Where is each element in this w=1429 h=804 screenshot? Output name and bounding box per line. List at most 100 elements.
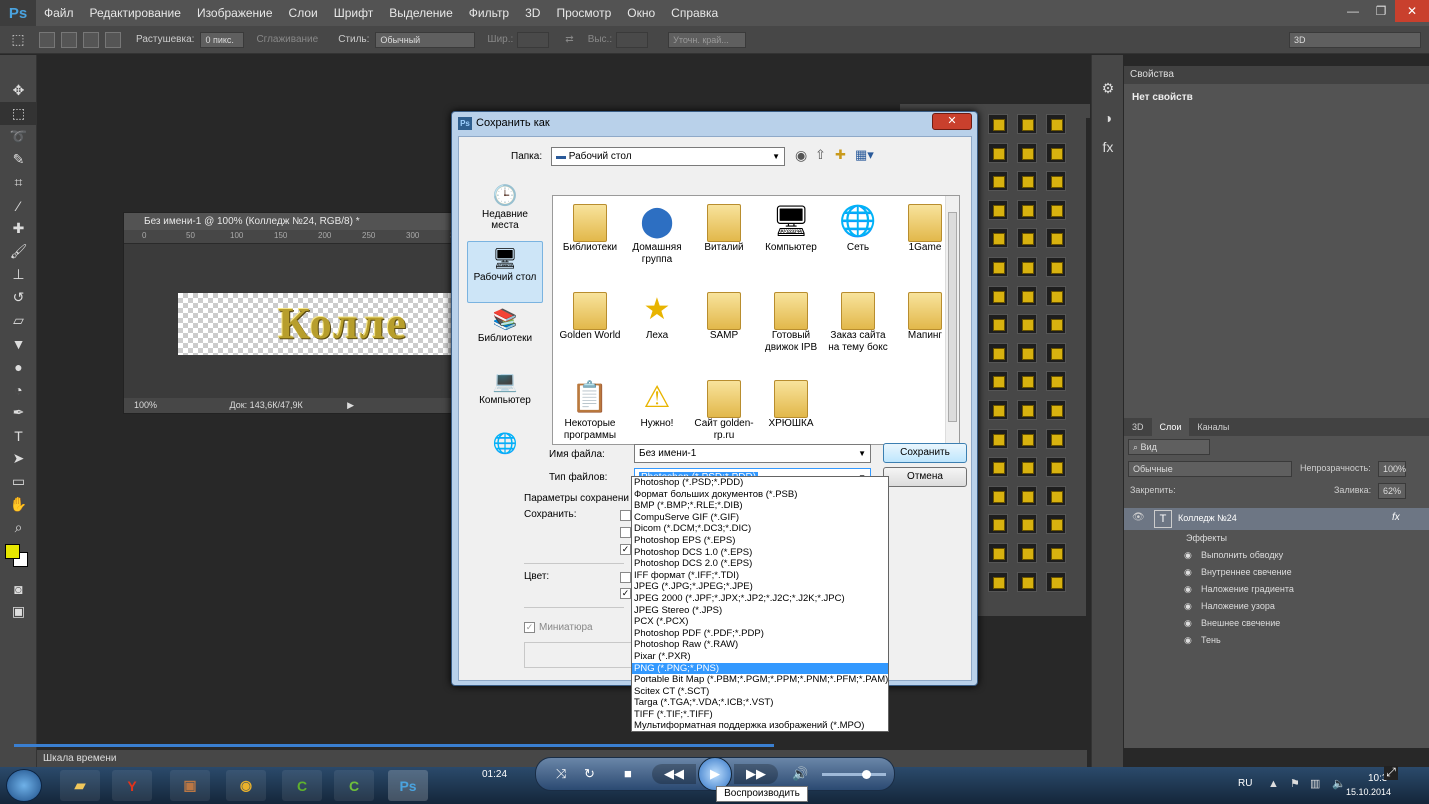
file-item[interactable]: SAMP — [691, 290, 757, 342]
camtasia-recorder-taskbar-icon[interactable]: C — [334, 770, 374, 801]
thumbnail-checkbox[interactable]: ✓ — [524, 622, 535, 633]
style-swatch[interactable] — [1017, 514, 1037, 535]
tray-arrow-icon[interactable]: ▲ — [1268, 778, 1279, 790]
file-item[interactable]: 🖥 Компьютер — [758, 202, 824, 254]
file-item[interactable]: 1Game — [892, 202, 958, 254]
dialog-close-button[interactable]: ✕ — [932, 113, 972, 130]
feather-input[interactable]: 0 пикс. — [200, 31, 245, 48]
hand-tool-icon[interactable]: ✋ — [0, 493, 37, 516]
filetype-option[interactable]: Формат больших документов (*.PSB) — [632, 489, 888, 501]
healing-brush-icon[interactable]: ✚ — [0, 217, 37, 240]
style-swatch[interactable] — [988, 199, 1008, 220]
visibility-eye-icon[interactable]: ◉ — [1184, 615, 1192, 632]
style-swatch[interactable] — [988, 285, 1008, 306]
file-item[interactable]: 📋 Некоторые программы — [557, 378, 623, 442]
style-swatch[interactable] — [1046, 400, 1066, 420]
filetype-option[interactable]: Dicom (*.DCM;*.DC3;*.DIC) — [632, 523, 888, 535]
style-swatch[interactable] — [1046, 485, 1066, 506]
quick-select-tool-icon[interactable]: ✎ — [0, 148, 37, 171]
lasso-tool-icon[interactable]: ➰ — [0, 125, 37, 148]
volume-icon[interactable]: 🔊 — [792, 766, 808, 782]
stop-icon[interactable]: ■ — [624, 766, 632, 781]
file-item[interactable]: 🌐 Сеть — [825, 202, 891, 254]
history-panel-icon[interactable]: ⚙ — [1092, 77, 1124, 100]
place-item[interactable]: 🌐 — [467, 427, 543, 489]
style-swatch[interactable] — [988, 171, 1008, 192]
crop-tool-icon[interactable]: ⌗ — [0, 171, 37, 194]
move-tool-icon[interactable]: ✥ — [0, 79, 37, 102]
style-swatch[interactable] — [1017, 199, 1037, 220]
opacity-input[interactable]: 100% — [1378, 461, 1406, 477]
canvas[interactable]: Колле — [178, 293, 453, 355]
filetype-option[interactable]: Photoshop DCS 2.0 (*.EPS) — [632, 558, 888, 570]
menu-item[interactable]: Изображение — [189, 0, 281, 26]
save-option-checkbox[interactable] — [620, 527, 631, 538]
game-taskbar-icon[interactable]: ▣ — [170, 770, 210, 801]
filetype-option[interactable]: Scitex CT (*.SCT) — [632, 686, 888, 698]
shuffle-icon[interactable]: ⤨ — [556, 766, 566, 782]
video-progress-bar[interactable] — [14, 744, 774, 747]
intersect-selection-icon[interactable] — [105, 31, 121, 48]
filetype-option[interactable]: BMP (*.BMP;*.RLE;*.DIB) — [632, 500, 888, 512]
place-item[interactable]: 🕒 Недавние места — [467, 179, 543, 241]
style-swatch[interactable] — [1017, 571, 1037, 592]
style-swatch[interactable] — [988, 514, 1008, 535]
flag-icon[interactable]: ⚑ — [1290, 777, 1300, 790]
style-swatch[interactable] — [988, 257, 1008, 277]
effect-item[interactable]: ◉ Внешнее свечение — [1124, 615, 1429, 632]
file-item[interactable]: Библиотеки — [557, 202, 623, 254]
filetype-option[interactable]: PNG (*.PNG;*.PNS) — [632, 662, 888, 675]
visibility-eye-icon[interactable]: 👁 — [1132, 512, 1145, 523]
menu-item[interactable]: Редактирование — [82, 0, 189, 26]
style-swatch[interactable] — [1017, 485, 1037, 506]
filetype-option[interactable]: Portable Bit Map (*.PBM;*.PGM;*.PPM;*.PN… — [632, 674, 888, 686]
save-button[interactable]: Сохранить — [883, 443, 967, 463]
language-indicator[interactable]: RU — [1238, 778, 1252, 789]
folder-select[interactable]: ▬ Рабочий стол ▼ — [551, 147, 785, 166]
style-swatch[interactable] — [1017, 543, 1037, 563]
menu-item[interactable]: Окно — [619, 0, 663, 26]
menu-item[interactable]: Файл — [36, 0, 82, 26]
save-option-checkbox[interactable] — [620, 510, 631, 521]
file-item[interactable]: Сайт golden-rp.ru — [691, 378, 757, 442]
chrome-taskbar-icon[interactable]: ◉ — [226, 770, 266, 801]
fast-forward-icon[interactable]: ▶▶ — [734, 764, 778, 784]
style-swatch[interactable] — [1046, 371, 1066, 392]
repeat-icon[interactable]: ↻ — [584, 766, 595, 782]
dodge-tool-icon[interactable]: ◔ — [0, 378, 37, 401]
style-swatch[interactable] — [988, 400, 1008, 420]
up-folder-icon[interactable]: ⇧ — [815, 147, 826, 163]
yandex-taskbar-icon[interactable]: Y — [112, 770, 152, 801]
volume-slider[interactable] — [822, 770, 886, 779]
visibility-eye-icon[interactable]: ◉ — [1184, 547, 1192, 564]
file-item[interactable]: ⬤ Домашняя группа — [624, 202, 690, 266]
history-brush-icon[interactable]: ↺ — [0, 286, 37, 309]
visibility-eye-icon[interactable]: ◉ — [1184, 632, 1192, 649]
file-item[interactable]: Заказ сайта на тему бокс — [825, 290, 891, 354]
layers-tab[interactable]: Слои — [1151, 418, 1190, 436]
filter-kind-select[interactable]: ⌕ Вид — [1128, 439, 1210, 455]
pen-tool-icon[interactable]: ✒ — [0, 401, 37, 424]
filetype-option[interactable]: PCX (*.PCX) — [632, 616, 888, 628]
style-swatch[interactable] — [988, 571, 1008, 592]
style-swatch[interactable] — [1017, 400, 1037, 420]
swap-icon[interactable]: ⇄ — [565, 34, 573, 45]
style-swatch[interactable] — [1017, 228, 1037, 249]
minimize-button[interactable]: — — [1339, 0, 1367, 22]
blend-mode-select[interactable]: Обычные — [1128, 461, 1292, 477]
filetype-option[interactable]: Photoshop DCS 1.0 (*.EPS) — [632, 547, 888, 559]
menu-item[interactable]: Шрифт — [326, 0, 381, 26]
network-icon[interactable]: ▥ — [1310, 777, 1320, 790]
style-swatch[interactable] — [1046, 142, 1066, 163]
style-swatch[interactable] — [1046, 571, 1066, 592]
style-swatch[interactable] — [1017, 285, 1037, 306]
style-swatch[interactable] — [1046, 342, 1066, 363]
start-button-icon[interactable] — [6, 769, 42, 802]
filetype-option[interactable]: IFF формат (*.IFF;*.TDI) — [632, 570, 888, 582]
style-swatch[interactable] — [988, 342, 1008, 363]
style-swatch[interactable] — [988, 228, 1008, 249]
effect-item[interactable]: ◉ Выполнить обводку — [1124, 547, 1429, 564]
file-item[interactable]: Готовый движок IPB — [758, 290, 824, 354]
volume-slider-thumb[interactable] — [862, 770, 871, 779]
place-item[interactable]: 💻 Компьютер — [467, 365, 543, 427]
